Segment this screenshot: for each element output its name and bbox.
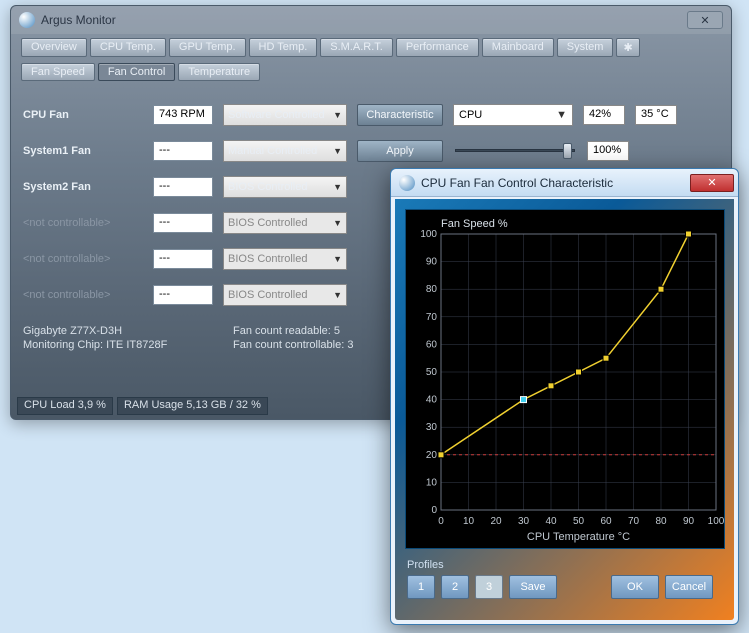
svg-text:0: 0 [431, 505, 437, 516]
tab-system[interactable]: System [557, 38, 614, 57]
fan-label: System2 Fan [23, 181, 143, 193]
fan-rpm: --- [153, 249, 213, 269]
board-label: Gigabyte Z77X-D3H [23, 325, 233, 337]
svg-text:20: 20 [490, 516, 502, 527]
cancel-button[interactable]: Cancel [665, 575, 713, 599]
subtab-fan-speed[interactable]: Fan Speed [21, 63, 95, 81]
tab-mainboard[interactable]: Mainboard [482, 38, 554, 57]
svg-text:0: 0 [438, 516, 444, 527]
tab-performance[interactable]: Performance [396, 38, 479, 57]
fan-label: <not controllable> [23, 289, 143, 301]
mode-select: BIOS Controlled▼ [223, 248, 347, 270]
characteristic-button[interactable]: Characteristic [357, 104, 443, 126]
dialog-title: CPU Fan Fan Control Characteristic [421, 176, 613, 190]
title-bar: Argus Monitor ✕ [11, 6, 731, 34]
chart-area[interactable]: Fan Speed % 0102030405060708090100010203… [405, 209, 725, 549]
mode-select[interactable]: Manual Controlled▼ [223, 140, 347, 162]
ram-usage: RAM Usage 5,13 GB / 32 % [117, 397, 268, 415]
tab-cpu-temp-[interactable]: CPU Temp. [90, 38, 166, 57]
svg-text:90: 90 [426, 257, 438, 268]
svg-text:100: 100 [420, 229, 437, 240]
dialog-close-button[interactable]: ✕ [690, 174, 734, 192]
svg-text:100: 100 [708, 516, 725, 527]
fan-rpm: --- [153, 213, 213, 233]
svg-text:60: 60 [600, 516, 612, 527]
fan-rpm: --- [153, 177, 213, 197]
cpu-load: CPU Load 3,9 % [17, 397, 113, 415]
close-button[interactable]: ✕ [687, 11, 723, 29]
svg-text:90: 90 [683, 516, 695, 527]
svg-text:30: 30 [518, 516, 530, 527]
characteristic-dialog: CPU Fan Fan Control Characteristic ✕ Fan… [390, 168, 739, 625]
dialog-app-icon [399, 175, 415, 191]
dialog-body: Fan Speed % 0102030405060708090100010203… [395, 199, 734, 620]
profiles-section: Profiles 1 2 3 Save OK Cancel [395, 559, 734, 599]
window-title: Argus Monitor [41, 13, 116, 27]
svg-text:50: 50 [573, 516, 585, 527]
temp-display: 35 °C [635, 105, 677, 125]
speed-slider[interactable] [453, 140, 577, 162]
subtab-fan-control[interactable]: Fan Control [98, 63, 175, 81]
mode-select: BIOS Controlled▼ [223, 284, 347, 306]
fan-rpm: --- [153, 285, 213, 305]
sub-tabs: Fan SpeedFan ControlTemperature [11, 57, 731, 81]
pct-input[interactable]: 100% [587, 141, 629, 161]
fan-curve-chart[interactable]: 0 10 20 30 40 50 60 70 80 90 100 0 10 20 30 40 50 60 70 80 9… [406, 210, 726, 550]
fan-label: System1 Fan [23, 145, 143, 157]
tab-gpu-temp-[interactable]: GPU Temp. [169, 38, 246, 57]
apply-button[interactable]: Apply [357, 140, 443, 162]
profile-3-button[interactable]: 3 [475, 575, 503, 599]
tab-overview[interactable]: Overview [21, 38, 87, 57]
main-tabs: OverviewCPU Temp.GPU Temp.HD Temp.S.M.A.… [11, 34, 731, 57]
chip-label: Monitoring Chip: ITE IT8728F [23, 339, 233, 351]
save-button[interactable]: Save [509, 575, 557, 599]
source-select[interactable]: CPU▼ [453, 104, 573, 126]
svg-text:70: 70 [628, 516, 640, 527]
fan-rpm: 743 RPM [153, 105, 213, 125]
settings-gear-icon[interactable]: ✱ [616, 38, 639, 57]
profiles-label: Profiles [407, 559, 444, 571]
fan-row-1: System1 Fan --- Manual Controlled▼ Apply 100… [23, 133, 721, 169]
svg-text:80: 80 [426, 284, 438, 295]
svg-text:10: 10 [426, 477, 438, 488]
ok-button[interactable]: OK [611, 575, 659, 599]
subtab-temperature[interactable]: Temperature [178, 63, 260, 81]
svg-text:CPU Temperature °C: CPU Temperature °C [527, 531, 630, 543]
svg-text:40: 40 [545, 516, 557, 527]
tab-s-m-a-r-t-[interactable]: S.M.A.R.T. [320, 38, 393, 57]
svg-text:50: 50 [426, 367, 438, 378]
fan-row-0: CPU Fan 743 RPM Software Controlled▼ Charac… [23, 97, 721, 133]
mode-select: BIOS Controlled▼ [223, 212, 347, 234]
svg-text:70: 70 [426, 312, 438, 323]
fan-label: <not controllable> [23, 253, 143, 265]
profile-2-button[interactable]: 2 [441, 575, 469, 599]
fan-label: <not controllable> [23, 217, 143, 229]
svg-text:40: 40 [426, 395, 438, 406]
svg-text:20: 20 [426, 450, 438, 461]
svg-text:10: 10 [463, 516, 475, 527]
tab-hd-temp-[interactable]: HD Temp. [249, 38, 318, 57]
svg-text:30: 30 [426, 422, 438, 433]
fan-rpm: --- [153, 141, 213, 161]
app-icon [19, 12, 35, 28]
mode-select[interactable]: Software Controlled▼ [223, 104, 347, 126]
pct-display: 42% [583, 105, 625, 125]
fan-label: CPU Fan [23, 109, 143, 121]
mode-select[interactable]: BIOS Controlled▼ [223, 176, 347, 198]
dialog-title-bar: CPU Fan Fan Control Characteristic ✕ [391, 169, 738, 197]
profile-1-button[interactable]: 1 [407, 575, 435, 599]
svg-text:60: 60 [426, 339, 438, 350]
svg-text:80: 80 [655, 516, 667, 527]
